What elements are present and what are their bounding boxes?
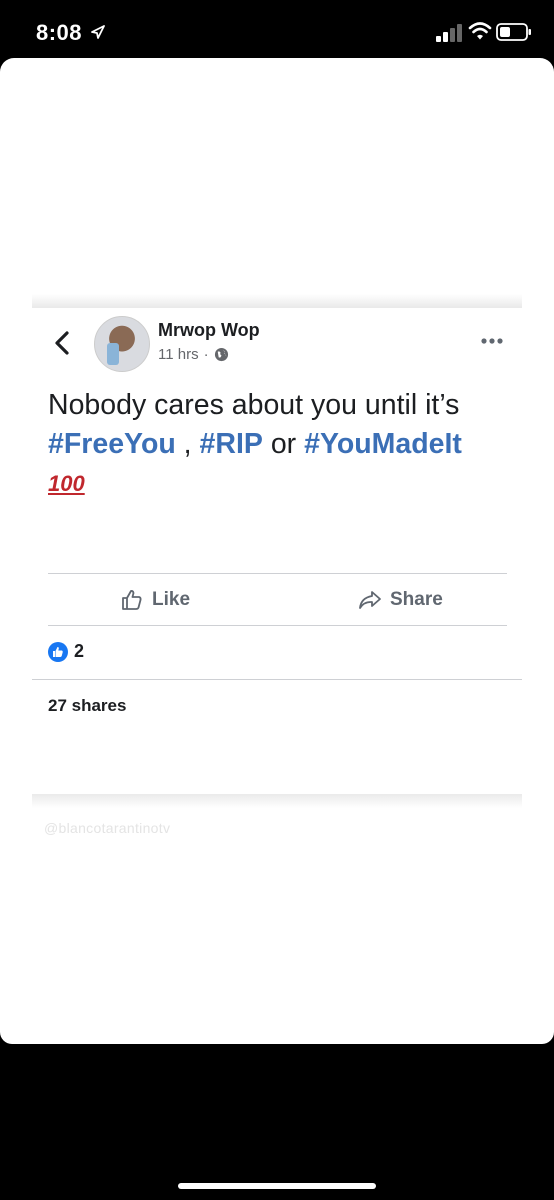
status-bar: 8:08	[0, 0, 554, 60]
divider-top	[48, 573, 507, 574]
hundred-emoji: 100	[48, 471, 85, 496]
divider-bottom	[48, 625, 507, 626]
share-button[interactable]: Share	[358, 586, 443, 614]
facebook-post: Mrwop Wop 11 hrs · Nobody cares about yo…	[32, 308, 522, 794]
post-shadow-top	[32, 294, 522, 308]
post-author[interactable]: Mrwop Wop	[158, 320, 260, 341]
back-chevron-icon[interactable]	[52, 330, 74, 356]
post-text-or: or	[262, 428, 305, 460]
post-text-line: Nobody cares about you until it’s	[48, 389, 460, 421]
watermark: @blancotarantinotv	[44, 820, 171, 836]
shares-count[interactable]: 27 shares	[48, 696, 126, 716]
screenshot-sheet: Mrwop Wop 11 hrs · Nobody cares about yo…	[0, 58, 554, 1044]
post-time[interactable]: 11 hrs	[158, 346, 199, 363]
like-label: Like	[152, 589, 191, 610]
battery-icon	[496, 23, 531, 41]
post-meta: 11 hrs ·	[158, 346, 229, 363]
share-label: Share	[390, 589, 443, 610]
reaction-summary[interactable]: 2	[48, 641, 84, 662]
status-time: 8:08	[36, 20, 83, 45]
globe-icon	[214, 347, 228, 362]
home-indicator[interactable]	[178, 1183, 376, 1189]
like-button[interactable]: Like	[120, 586, 190, 614]
post-shadow-bottom	[32, 794, 522, 808]
reaction-count: 2	[74, 641, 85, 661]
hashtag-rip[interactable]: #RIP	[200, 428, 263, 460]
post-text: Nobody cares about you until it’s #FreeY…	[48, 386, 508, 500]
thumbs-up-icon	[122, 590, 142, 610]
like-reaction-icon	[48, 641, 68, 662]
share-arrow-icon	[359, 591, 381, 609]
divider-shares	[32, 679, 522, 680]
hashtag-freeyou[interactable]: #FreeYou	[48, 428, 176, 460]
avatar-bottle	[107, 343, 119, 365]
post-text-sep: ,	[175, 428, 200, 460]
meta-separator: ·	[203, 346, 209, 363]
wifi-icon	[468, 22, 492, 40]
more-options-icon[interactable]	[480, 336, 504, 346]
avatar[interactable]	[94, 316, 150, 372]
cellular-signal-icon	[436, 24, 462, 42]
location-arrow-icon	[91, 25, 105, 39]
hashtag-youmadeit[interactable]: #YouMadeIt	[304, 428, 462, 460]
